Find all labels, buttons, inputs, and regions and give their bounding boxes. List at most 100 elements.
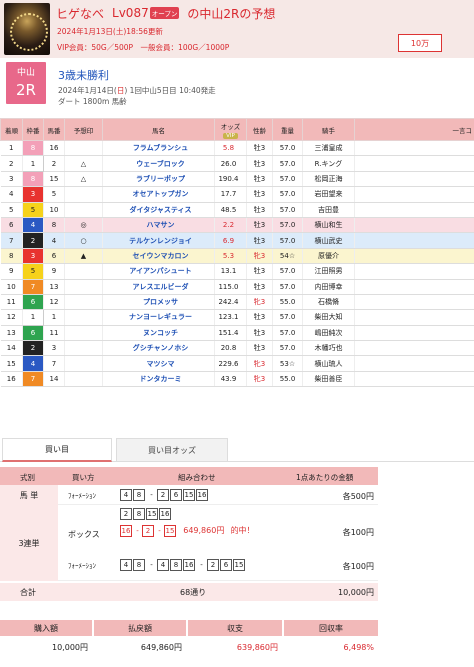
cell-name[interactable]: ラブリーポップ bbox=[102, 171, 215, 188]
cell-comment bbox=[354, 340, 474, 357]
cell-odds: 190.4 bbox=[214, 171, 247, 188]
cell-rank: 11 bbox=[0, 294, 23, 311]
cell-jockey: 三浦皇成 bbox=[302, 140, 355, 157]
box-2: 15 bbox=[146, 508, 158, 520]
form2-1: 8 bbox=[170, 559, 182, 571]
cell-wt: 57.0 bbox=[272, 232, 303, 249]
cell-rank: 1 bbox=[0, 140, 23, 157]
bet-col-combo: 組み合わせ bbox=[178, 473, 216, 482]
cell-comment bbox=[354, 371, 474, 388]
hit-2: 15 bbox=[164, 525, 176, 537]
table-row: 11 6 12 プロメッサ 242.4 牝3 55.0 石橋脩 bbox=[0, 294, 474, 311]
cell-name[interactable]: グシチャンノホシ bbox=[102, 340, 215, 357]
cell-name[interactable]: ナンヨーレギュラー bbox=[102, 309, 215, 326]
level-badge: オープン bbox=[149, 7, 180, 19]
vip-badge: VIP bbox=[223, 132, 238, 139]
cell-name[interactable]: フラムブランシュ bbox=[102, 140, 215, 157]
race-number: 2R bbox=[16, 81, 36, 99]
form-combo: 48 - 4 8 16 - 2 6 15 bbox=[120, 559, 246, 571]
cell-mark bbox=[64, 202, 103, 218]
cell-jockey: 横山和生 bbox=[302, 217, 355, 234]
cell-name[interactable]: ダイタジャスティス bbox=[102, 202, 215, 218]
cell-name[interactable]: セイウンマカロン bbox=[102, 248, 215, 265]
race-name[interactable]: 3歳未勝利 bbox=[58, 67, 109, 83]
cell-waku: 1 bbox=[22, 155, 44, 172]
sanrentan-type: 3連単 bbox=[0, 505, 58, 581]
bet-total: 合計 68通り 10,000円 bbox=[0, 583, 378, 601]
cell-name[interactable]: テルケンレンジョイ bbox=[102, 232, 215, 249]
cell-sex: 牡3 bbox=[246, 325, 273, 342]
cell-mark bbox=[64, 186, 103, 203]
cell-uma: 11 bbox=[43, 325, 65, 342]
cell-odds: 26.0 bbox=[214, 155, 247, 172]
cell-uma: 1 bbox=[43, 309, 65, 326]
cell-mark bbox=[64, 325, 103, 342]
expert-name[interactable]: ヒゲなべ bbox=[56, 5, 104, 22]
cell-jockey: 岩田望来 bbox=[302, 186, 355, 203]
umatan-type: 馬 単 bbox=[0, 485, 58, 505]
cell-odds: 13.1 bbox=[214, 263, 247, 280]
points-button[interactable]: 10万 bbox=[398, 34, 442, 52]
cell-waku: 4 bbox=[22, 355, 44, 372]
cell-waku: 1 bbox=[22, 309, 44, 326]
form1-0: 4 bbox=[120, 559, 132, 571]
cell-jockey: 木幡巧也 bbox=[302, 340, 355, 357]
expert-header: ヒゲなべ Lv087 オープン の中山2R の予想 2024年1月13日(土)1… bbox=[0, 0, 474, 58]
cell-wt: 57.0 bbox=[272, 202, 303, 218]
race-badge: 中山 2R bbox=[6, 62, 46, 104]
cell-wt: 55.0 bbox=[272, 371, 303, 388]
cell-waku: 5 bbox=[22, 263, 44, 280]
tab-buy[interactable]: 買い目 bbox=[2, 438, 112, 462]
cell-name[interactable]: ドンタカーミ bbox=[102, 371, 215, 388]
table-row: 3 8 15 △ ラブリーポップ 190.4 牡3 57.0 松岡正海 bbox=[0, 171, 474, 188]
cell-comment bbox=[354, 232, 474, 249]
cell-rank: 15 bbox=[0, 355, 23, 372]
bet-col-amount: 1点あたりの金額 bbox=[296, 473, 354, 482]
cell-name[interactable]: プロメッサ bbox=[102, 294, 215, 311]
res-h-profit: 収支 bbox=[188, 620, 282, 636]
bet-col-type: 式別 bbox=[20, 473, 35, 482]
cell-odds: 43.9 bbox=[214, 371, 247, 388]
cell-sex: 牝3 bbox=[246, 355, 273, 372]
cell-wt: 57.0 bbox=[272, 279, 303, 295]
cell-uma: 5 bbox=[43, 186, 65, 203]
cell-odds: 6.9 bbox=[214, 232, 247, 249]
cell-wt: 57.0 bbox=[272, 171, 303, 188]
cell-comment bbox=[354, 355, 474, 372]
cell-sex: 牡3 bbox=[246, 309, 273, 326]
cell-mark bbox=[64, 279, 103, 295]
cell-sex: 牡3 bbox=[246, 140, 273, 157]
col-odds: オッズ VIP bbox=[214, 118, 247, 141]
cell-mark bbox=[64, 309, 103, 326]
bet-header: 式別 買い方 組み合わせ 1点あたりの金額 bbox=[0, 467, 378, 485]
cell-jockey: 石橋脩 bbox=[302, 294, 355, 311]
cell-sex: 牡3 bbox=[246, 202, 273, 218]
cell-name[interactable]: アレスエルビーダ bbox=[102, 279, 215, 295]
cell-comment bbox=[354, 202, 474, 218]
table-row: 7 2 4 ○ テルケンレンジョイ 6.9 牡3 57.0 横山武史 bbox=[0, 232, 474, 249]
cell-sex: 牝3 bbox=[246, 248, 273, 265]
cell-sex: 牝3 bbox=[246, 371, 273, 388]
form3-0: 2 bbox=[207, 559, 219, 571]
tab-odds[interactable]: 買い目オッズ bbox=[116, 438, 228, 462]
table-row: 5 5 10 ダイタジャスティス 48.5 牡3 57.0 吉田豊 bbox=[0, 202, 474, 218]
cell-name[interactable]: ウェーブロック bbox=[102, 155, 215, 172]
expert-avatar[interactable] bbox=[4, 3, 50, 55]
total-count: 68通り bbox=[180, 588, 207, 597]
cell-name[interactable]: マツシマ bbox=[102, 355, 215, 372]
cell-name[interactable]: オセアトップガン bbox=[102, 186, 215, 203]
table-row: 2 1 2 △ ウェーブロック 26.0 牡3 57.0 R.キング bbox=[0, 155, 474, 172]
col-waku: 枠番 bbox=[22, 118, 44, 141]
cell-jockey: 江田照男 bbox=[302, 263, 355, 280]
cell-name[interactable]: ハマサン bbox=[102, 217, 215, 234]
cell-name[interactable]: ヌンコッチ bbox=[102, 325, 215, 342]
box-1: 8 bbox=[133, 508, 145, 520]
cell-mark: ○ bbox=[64, 232, 103, 249]
table-row: 8 3 6 ▲ セイウンマカロン 5.3 牝3 54☆ 原優介 bbox=[0, 248, 474, 265]
cell-uma: 6 bbox=[43, 248, 65, 265]
cell-sex: 牡3 bbox=[246, 279, 273, 295]
cell-name[interactable]: アイアンパシュート bbox=[102, 263, 215, 280]
cell-rank: 16 bbox=[0, 371, 23, 388]
cell-odds: 17.7 bbox=[214, 186, 247, 203]
table-row: 1 8 16 フラムブランシュ 5.8 牡3 57.0 三浦皇成 bbox=[0, 140, 474, 157]
